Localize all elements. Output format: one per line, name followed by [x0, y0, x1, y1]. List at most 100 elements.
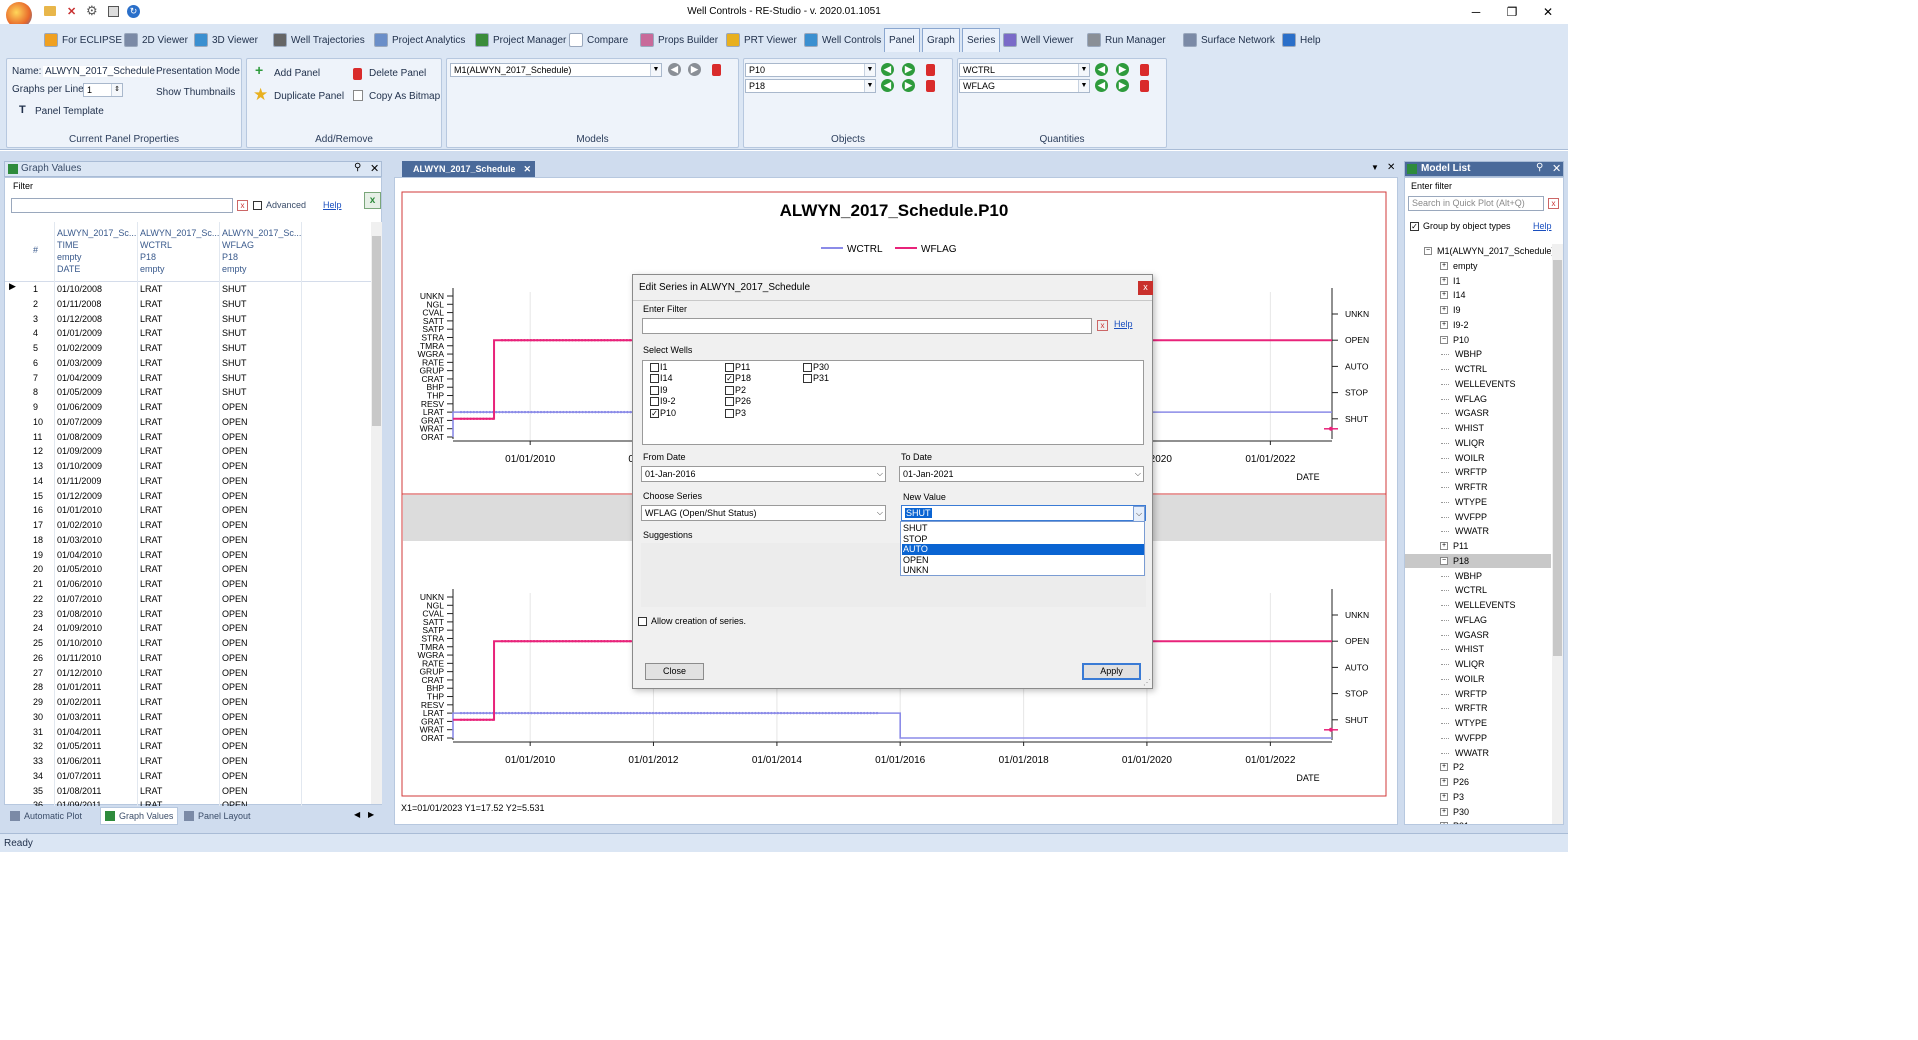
well-checkbox-p30[interactable]	[803, 363, 812, 372]
dropdown-option-open[interactable]: OPEN	[902, 555, 1144, 566]
tree-node[interactable]: P3	[1453, 790, 1464, 805]
chevron-down-icon[interactable]: ⌵	[877, 467, 883, 481]
tree-node[interactable]: WWATR	[1455, 746, 1489, 761]
tree-node[interactable]: WFLAG	[1455, 392, 1487, 407]
allow-creation-checkbox[interactable]	[638, 617, 647, 626]
minimize-button[interactable]: ─	[1468, 4, 1484, 20]
tree-scrollbar[interactable]	[1552, 244, 1563, 824]
col-header-wctrl[interactable]: ALWYN_2017_Sc... WCTRL P18 empty	[140, 227, 219, 275]
legend-label-wflag[interactable]: WFLAG	[921, 244, 957, 255]
table-row[interactable]: 36 01/09/2011 LRAT OPEN	[5, 798, 373, 806]
spinner-arrows-icon[interactable]: ⇕	[111, 84, 122, 96]
tree-node[interactable]: WCTRL	[1455, 583, 1487, 598]
ribbon-tab-graph[interactable]: Graph	[922, 28, 960, 52]
expand-icon[interactable]: +	[1440, 763, 1448, 772]
close-window-button[interactable]: ✕	[1540, 4, 1556, 20]
tree-node[interactable]: WOILR	[1455, 451, 1485, 466]
dropdown-option-auto[interactable]: AUTO	[902, 544, 1144, 555]
pin-icon[interactable]: ⚲	[354, 162, 361, 173]
well-checkbox-p31[interactable]	[803, 374, 812, 384]
dialog-help-link[interactable]: Help	[1114, 319, 1133, 329]
apply-button[interactable]: Apply	[1082, 663, 1141, 680]
tree-node[interactable]: WVFPP	[1455, 510, 1487, 525]
well-checkbox-p2[interactable]	[725, 385, 734, 395]
dropdown-option-shut[interactable]: SHUT	[902, 523, 1144, 534]
model-prev-icon[interactable]: ◀	[668, 63, 681, 76]
grid-scrollbar[interactable]	[371, 222, 382, 804]
well-checkbox-i9-2[interactable]	[650, 397, 659, 407]
export-excel-icon[interactable]: x	[364, 192, 381, 209]
show-thumbnails-button[interactable]: Show Thumbnails	[156, 87, 235, 98]
table-row[interactable]: 9 01/06/2009 LRAT OPEN	[5, 400, 373, 415]
well-checkbox-p10[interactable]: ✓	[650, 408, 659, 418]
resize-grip-icon[interactable]: ⋰	[1143, 678, 1151, 687]
table-row[interactable]: 13 01/10/2009 LRAT OPEN	[5, 459, 373, 474]
dropdown-option-stop[interactable]: STOP	[902, 534, 1144, 545]
tree-node[interactable]: WRFTR	[1455, 701, 1488, 716]
table-row[interactable]: 19 01/04/2010 LRAT OPEN	[5, 548, 373, 563]
close-tab-icon[interactable]: ✕	[523, 161, 531, 177]
tree-node[interactable]: P11	[1453, 539, 1468, 554]
ribbon-tab-help[interactable]: Help	[1282, 28, 1321, 52]
add-panel-button[interactable]: Add Panel	[274, 68, 320, 79]
model-delete-icon[interactable]	[712, 64, 721, 76]
close-pane-icon[interactable]: ✕	[1552, 162, 1561, 175]
bottom-tab-panel-layout[interactable]: Panel Layout	[184, 807, 251, 825]
object-select-1[interactable]: P10 ▼	[745, 63, 876, 77]
tree-node[interactable]: P18	[1453, 554, 1469, 569]
expand-icon[interactable]: +	[1440, 792, 1448, 801]
tree-node[interactable]: P26	[1453, 775, 1469, 790]
table-row[interactable]: 2 01/11/2008 LRAT SHUT	[5, 297, 373, 312]
clear-filter-icon[interactable]: x	[237, 200, 248, 211]
scrollbar-thumb[interactable]	[372, 236, 381, 426]
tree-node[interactable]: empty	[1453, 259, 1478, 274]
object-delete-icon[interactable]	[926, 80, 935, 92]
tree-node[interactable]: P30	[1453, 805, 1469, 820]
tree-node[interactable]: M1(ALWYN_2017_Schedule)	[1437, 244, 1554, 259]
ribbon-tab-well-controls[interactable]: Well Controls	[804, 28, 881, 52]
tree-node[interactable]: WHIST	[1455, 642, 1484, 657]
tree-node[interactable]: WVFPP	[1455, 731, 1487, 746]
ribbon-tab-panel[interactable]: Panel	[884, 28, 920, 52]
expand-icon[interactable]: +	[1440, 807, 1448, 816]
expand-icon[interactable]: +	[1440, 276, 1448, 285]
ribbon-tab-project-analytics[interactable]: Project Analytics	[374, 28, 465, 52]
expand-icon[interactable]: +	[1440, 320, 1448, 329]
chevron-down-icon[interactable]: ▼	[864, 80, 875, 92]
quantity-next-icon[interactable]: ▶	[1116, 79, 1129, 92]
tree-node[interactable]: WCTRL	[1455, 362, 1487, 377]
table-row[interactable]: 33 01/06/2011 LRAT OPEN	[5, 754, 373, 769]
table-row[interactable]: 12 01/09/2009 LRAT OPEN	[5, 444, 373, 459]
tree-node[interactable]: WGASR	[1455, 406, 1489, 421]
col-header-time[interactable]: ALWYN_2017_Sc... TIME empty DATE	[57, 227, 136, 275]
table-row[interactable]: 22 01/07/2010 LRAT OPEN	[5, 592, 373, 607]
tree-node[interactable]: WLIQR	[1455, 436, 1485, 451]
model-select[interactable]: M1(ALWYN_2017_Schedule) ▼	[450, 63, 662, 77]
table-row[interactable]: 6 01/03/2009 LRAT SHUT	[5, 356, 373, 371]
expand-icon[interactable]: +	[1440, 306, 1448, 314]
table-row[interactable]: 8 01/05/2009 LRAT SHUT	[5, 385, 373, 400]
ribbon-tab-surface-network[interactable]: Surface Network	[1183, 28, 1275, 52]
tree-node[interactable]: WTYPE	[1455, 495, 1487, 510]
tree-node[interactable]: WRFTP	[1455, 465, 1487, 480]
well-checkbox-p18[interactable]: ✓	[725, 374, 734, 384]
tree-node[interactable]: I14	[1453, 288, 1466, 303]
table-row[interactable]: 7 01/04/2009 LRAT SHUT	[5, 371, 373, 386]
to-date-picker[interactable]: 01-Jan-2021 ⌵	[899, 466, 1144, 482]
dialog-close-button[interactable]: x	[1138, 281, 1153, 295]
duplicate-panel-button[interactable]: Duplicate Panel	[274, 91, 344, 102]
table-row[interactable]: 16 01/01/2010 LRAT OPEN	[5, 503, 373, 518]
tree-node[interactable]: WWATR	[1455, 524, 1489, 539]
new-value-select[interactable]: SHUT ⌵	[901, 505, 1146, 522]
bottom-tab-automatic-plot[interactable]: Automatic Plot	[10, 807, 82, 825]
document-tab[interactable]: ALWYN_2017_Schedule ✕	[402, 161, 535, 177]
copy-as-bitmap-button[interactable]: Copy As Bitmap	[369, 91, 440, 102]
quantity-prev-icon[interactable]: ◀	[1095, 79, 1108, 92]
table-row[interactable]: 18 01/03/2010 LRAT OPEN	[5, 533, 373, 548]
table-row[interactable]: 1 01/10/2008 LRAT SHUT	[5, 282, 373, 297]
tree-node[interactable]: I9	[1453, 303, 1461, 318]
expand-icon[interactable]: +	[1440, 542, 1448, 550]
tree-node[interactable]: WHIST	[1455, 421, 1484, 436]
chevron-down-icon[interactable]: ▼	[1078, 80, 1089, 92]
quantity-delete-icon[interactable]	[1140, 80, 1149, 92]
